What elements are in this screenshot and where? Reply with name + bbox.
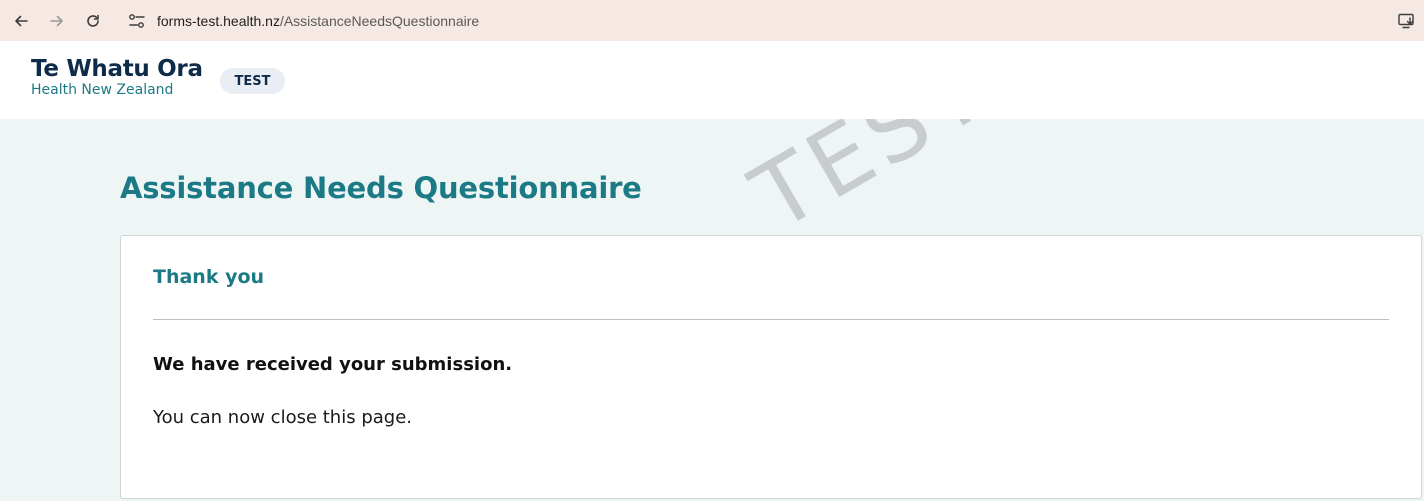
confirmation-card: Thank you We have received your submissi… xyxy=(120,235,1422,499)
brand-subtitle: Health New Zealand xyxy=(31,82,174,98)
card-heading: Thank you xyxy=(153,266,265,288)
close-page-text: You can now close this page. xyxy=(153,407,412,428)
environment-badge: TEST xyxy=(220,68,285,94)
reload-button[interactable] xyxy=(81,9,105,33)
browser-toolbar: forms-test.health.nz/AssistanceNeedsQues… xyxy=(0,0,1424,41)
submission-received-text: We have received your submission. xyxy=(153,354,513,375)
url-host: forms-test.health.nz xyxy=(157,13,280,29)
forward-button[interactable] xyxy=(45,9,69,33)
site-settings-icon[interactable] xyxy=(128,13,146,29)
url-text[interactable]: forms-test.health.nz/AssistanceNeedsQues… xyxy=(157,13,479,29)
arrow-right-icon xyxy=(50,15,63,27)
url-path: /AssistanceNeedsQuestionnaire xyxy=(279,13,480,29)
install-app-icon[interactable] xyxy=(1398,13,1416,29)
main-content: TEST Assistance Needs Questionnaire Than… xyxy=(0,119,1424,501)
test-watermark: TEST xyxy=(735,119,1008,252)
reload-icon xyxy=(87,14,99,27)
arrow-left-icon xyxy=(15,15,28,27)
brand-title: Te Whatu Ora xyxy=(31,56,203,82)
address-bar[interactable]: forms-test.health.nz/AssistanceNeedsQues… xyxy=(118,5,1424,37)
site-header: Te Whatu Ora Health New Zealand TEST xyxy=(0,41,1424,119)
brand-logo[interactable]: Te Whatu Ora Health New Zealand xyxy=(31,56,203,98)
page-title: Assistance Needs Questionnaire xyxy=(120,171,642,205)
card-divider xyxy=(153,319,1389,320)
back-button[interactable] xyxy=(9,9,33,33)
